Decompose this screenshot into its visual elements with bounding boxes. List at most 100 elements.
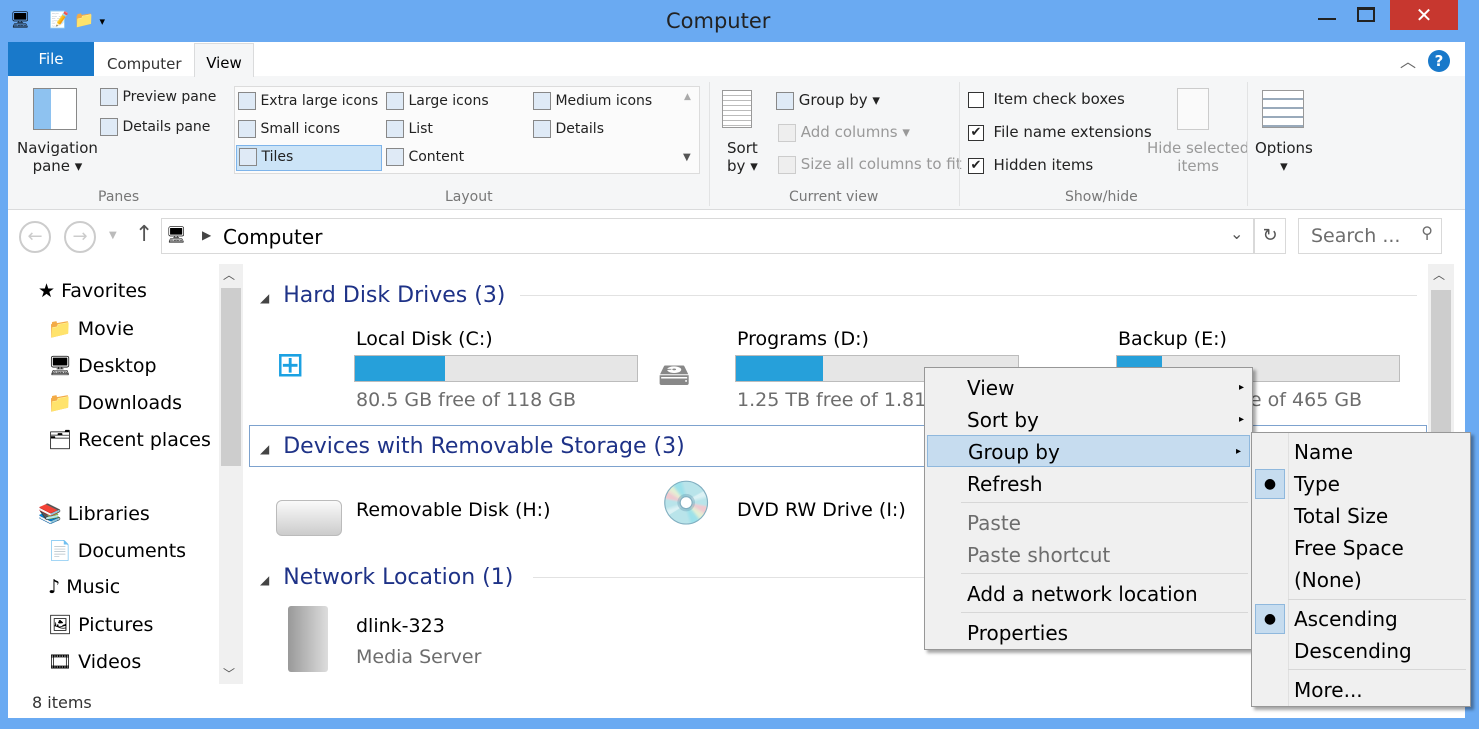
usage-fill xyxy=(355,356,446,381)
radio-bullet-icon: ● xyxy=(1255,469,1285,499)
address-dropdown-icon[interactable]: ⌄ xyxy=(1230,224,1243,243)
customize-chevron-icon[interactable]: ▾ xyxy=(99,15,105,28)
panes-group-label: Panes xyxy=(98,189,140,205)
layout-list[interactable]: List xyxy=(386,120,433,138)
nav-item-recent-places[interactable]: 🗂 Recent places xyxy=(48,428,211,451)
status-item-count: 8 items xyxy=(32,693,92,712)
close-button[interactable]: ✕ xyxy=(1390,0,1458,30)
options-icon[interactable] xyxy=(1262,90,1304,128)
drive-icon-c: ⊞ xyxy=(276,345,305,385)
back-button[interactable]: ← xyxy=(19,221,51,253)
menu-item-add-network-location[interactable]: Add a network location xyxy=(925,578,1252,610)
pictures-icon: 🖼 xyxy=(48,614,73,636)
preview-pane-button[interactable]: Preview pane xyxy=(100,88,216,106)
nav-item-downloads[interactable]: 📁 Downloads xyxy=(48,391,182,414)
dvd-drive-name[interactable]: DVD RW Drive (I:) xyxy=(737,499,906,521)
sort-by-icon[interactable] xyxy=(722,90,752,128)
hidden-items-checkbox[interactable]: ✔ Hidden items xyxy=(968,156,1093,174)
tab-file[interactable]: File xyxy=(8,42,94,77)
preview-pane-icon xyxy=(100,88,118,106)
submenu-item-total-size[interactable]: Total Size xyxy=(1252,500,1470,532)
layout-medium-icons[interactable]: Medium icons xyxy=(533,92,652,110)
item-check-boxes-checkbox[interactable]: Item check boxes xyxy=(968,90,1125,108)
show-hide-group-label: Show/hide xyxy=(1065,189,1138,205)
menu-item-group-by[interactable]: Group by ▸ xyxy=(927,435,1250,467)
submenu-item-more[interactable]: More... xyxy=(1252,674,1470,706)
nav-item-desktop[interactable]: 🖥 Desktop xyxy=(48,354,157,377)
menu-item-sort-by[interactable]: Sort by ▸ xyxy=(925,404,1252,436)
nav-favorites[interactable]: ★ Favorites xyxy=(38,280,147,302)
computer-icon[interactable]: 🖥 xyxy=(10,10,30,29)
list-icon xyxy=(386,120,404,138)
submenu-item-free-space[interactable]: Free Space xyxy=(1252,532,1470,564)
breadcrumb-computer[interactable]: Computer xyxy=(223,225,322,249)
tab-view[interactable]: View xyxy=(194,43,254,77)
recent-locations-chevron-icon[interactable]: ▼ xyxy=(109,230,117,241)
up-button[interactable]: ↑ xyxy=(135,222,153,247)
search-input[interactable]: Search ... ⚲ xyxy=(1298,218,1442,254)
group-header-removable-storage[interactable]: ◢ Devices with Removable Storage (3) xyxy=(260,434,685,459)
network-item-name[interactable]: dlink-323 xyxy=(356,615,445,637)
submenu-item-descending[interactable]: Descending xyxy=(1252,635,1470,667)
drive-name-c[interactable]: Local Disk (C:) xyxy=(356,328,493,350)
menu-item-refresh[interactable]: Refresh xyxy=(925,468,1252,500)
layout-details[interactable]: Details xyxy=(533,120,604,138)
submenu-item-none[interactable]: (None) xyxy=(1252,564,1470,596)
navigation-pane-button[interactable]: Navigation pane ▾ xyxy=(17,139,98,175)
nav-item-pictures[interactable]: 🖼 Pictures xyxy=(48,613,153,636)
layout-extra-large-icons[interactable]: Extra large icons xyxy=(238,92,378,110)
file-name-extensions-checkbox[interactable]: ✔ File name extensions xyxy=(968,123,1152,141)
details-pane-icon xyxy=(100,118,118,136)
gallery-more-button[interactable]: ▼ xyxy=(683,152,691,163)
properties-icon[interactable]: 📝 xyxy=(49,10,69,29)
submenu-item-type[interactable]: ● Type xyxy=(1252,468,1470,500)
menu-item-view[interactable]: View ▸ xyxy=(925,372,1252,404)
forward-button[interactable]: → xyxy=(64,221,96,253)
navigation-pane-icon[interactable] xyxy=(33,88,77,130)
group-divider xyxy=(520,295,1417,296)
desktop-icon: 🖥 xyxy=(48,355,73,377)
drive-name-d[interactable]: Programs (D:) xyxy=(737,328,869,350)
small-icons-icon xyxy=(238,120,256,138)
group-by-icon xyxy=(776,91,794,110)
menu-item-paste: Paste xyxy=(967,511,1021,535)
nav-item-music[interactable]: ♪ Music xyxy=(48,576,120,598)
refresh-button[interactable]: ↻ xyxy=(1254,218,1286,254)
quick-access-toolbar: 🖥 📝 📁 ▾ xyxy=(10,10,105,29)
drive-usage-bar-c xyxy=(354,355,638,382)
details-pane-button[interactable]: Details pane xyxy=(100,118,210,136)
nav-libraries[interactable]: 📚 Libraries xyxy=(38,502,150,525)
drive-name-e[interactable]: Backup (E:) xyxy=(1118,328,1227,350)
collapse-ribbon-icon[interactable]: ︿ xyxy=(1400,48,1416,72)
nav-item-movie[interactable]: 📁 Movie xyxy=(48,317,134,340)
new-folder-icon[interactable]: 📁 xyxy=(74,10,94,29)
removable-disk-name[interactable]: Removable Disk (H:) xyxy=(356,499,551,521)
recent-places-icon: 🗂 xyxy=(48,429,73,451)
nav-item-documents[interactable]: 📄 Documents xyxy=(48,539,186,562)
layout-large-icons[interactable]: Large icons xyxy=(386,92,489,110)
drive-icon-d: 🖴 xyxy=(658,355,691,393)
maximize-button[interactable] xyxy=(1357,7,1375,22)
tab-computer[interactable]: Computer xyxy=(107,55,182,73)
submenu-item-ascending[interactable]: ● Ascending xyxy=(1252,603,1470,635)
help-icon[interactable]: ? xyxy=(1428,50,1450,72)
nav-scrollbar[interactable]: ︿ ﹀ xyxy=(219,264,243,684)
group-header-network-location[interactable]: ◢ Network Location (1) xyxy=(260,565,513,590)
nav-item-videos[interactable]: 🎞 Videos xyxy=(48,650,141,673)
submenu-item-name[interactable]: Name xyxy=(1252,436,1470,468)
layout-tiles[interactable]: Tiles xyxy=(236,145,382,171)
context-menu: View ▸ Sort by ▸ Group by ▸ Refresh Paste P… xyxy=(924,367,1253,650)
options-button[interactable]: Options ▾ xyxy=(1255,139,1313,175)
gallery-scroll-up[interactable]: ▲ xyxy=(684,92,691,102)
computer-icon: 🖥 xyxy=(166,225,187,244)
address-bar[interactable]: 🖥 ▶ Computer ⌄ xyxy=(161,218,1254,254)
layout-small-icons[interactable]: Small icons xyxy=(238,120,340,138)
group-by-button[interactable]: Group by ▾ xyxy=(776,91,880,110)
layout-content[interactable]: Content xyxy=(386,148,464,166)
group-header-hard-disk-drives[interactable]: ◢ Hard Disk Drives (3) xyxy=(260,283,505,308)
sort-by-button[interactable]: Sort by ▾ xyxy=(727,139,758,175)
medium-icons-icon xyxy=(533,92,551,110)
breadcrumb-separator-icon[interactable]: ▶ xyxy=(202,228,211,242)
minimize-button[interactable] xyxy=(1318,18,1336,20)
menu-item-properties[interactable]: Properties xyxy=(925,617,1252,649)
